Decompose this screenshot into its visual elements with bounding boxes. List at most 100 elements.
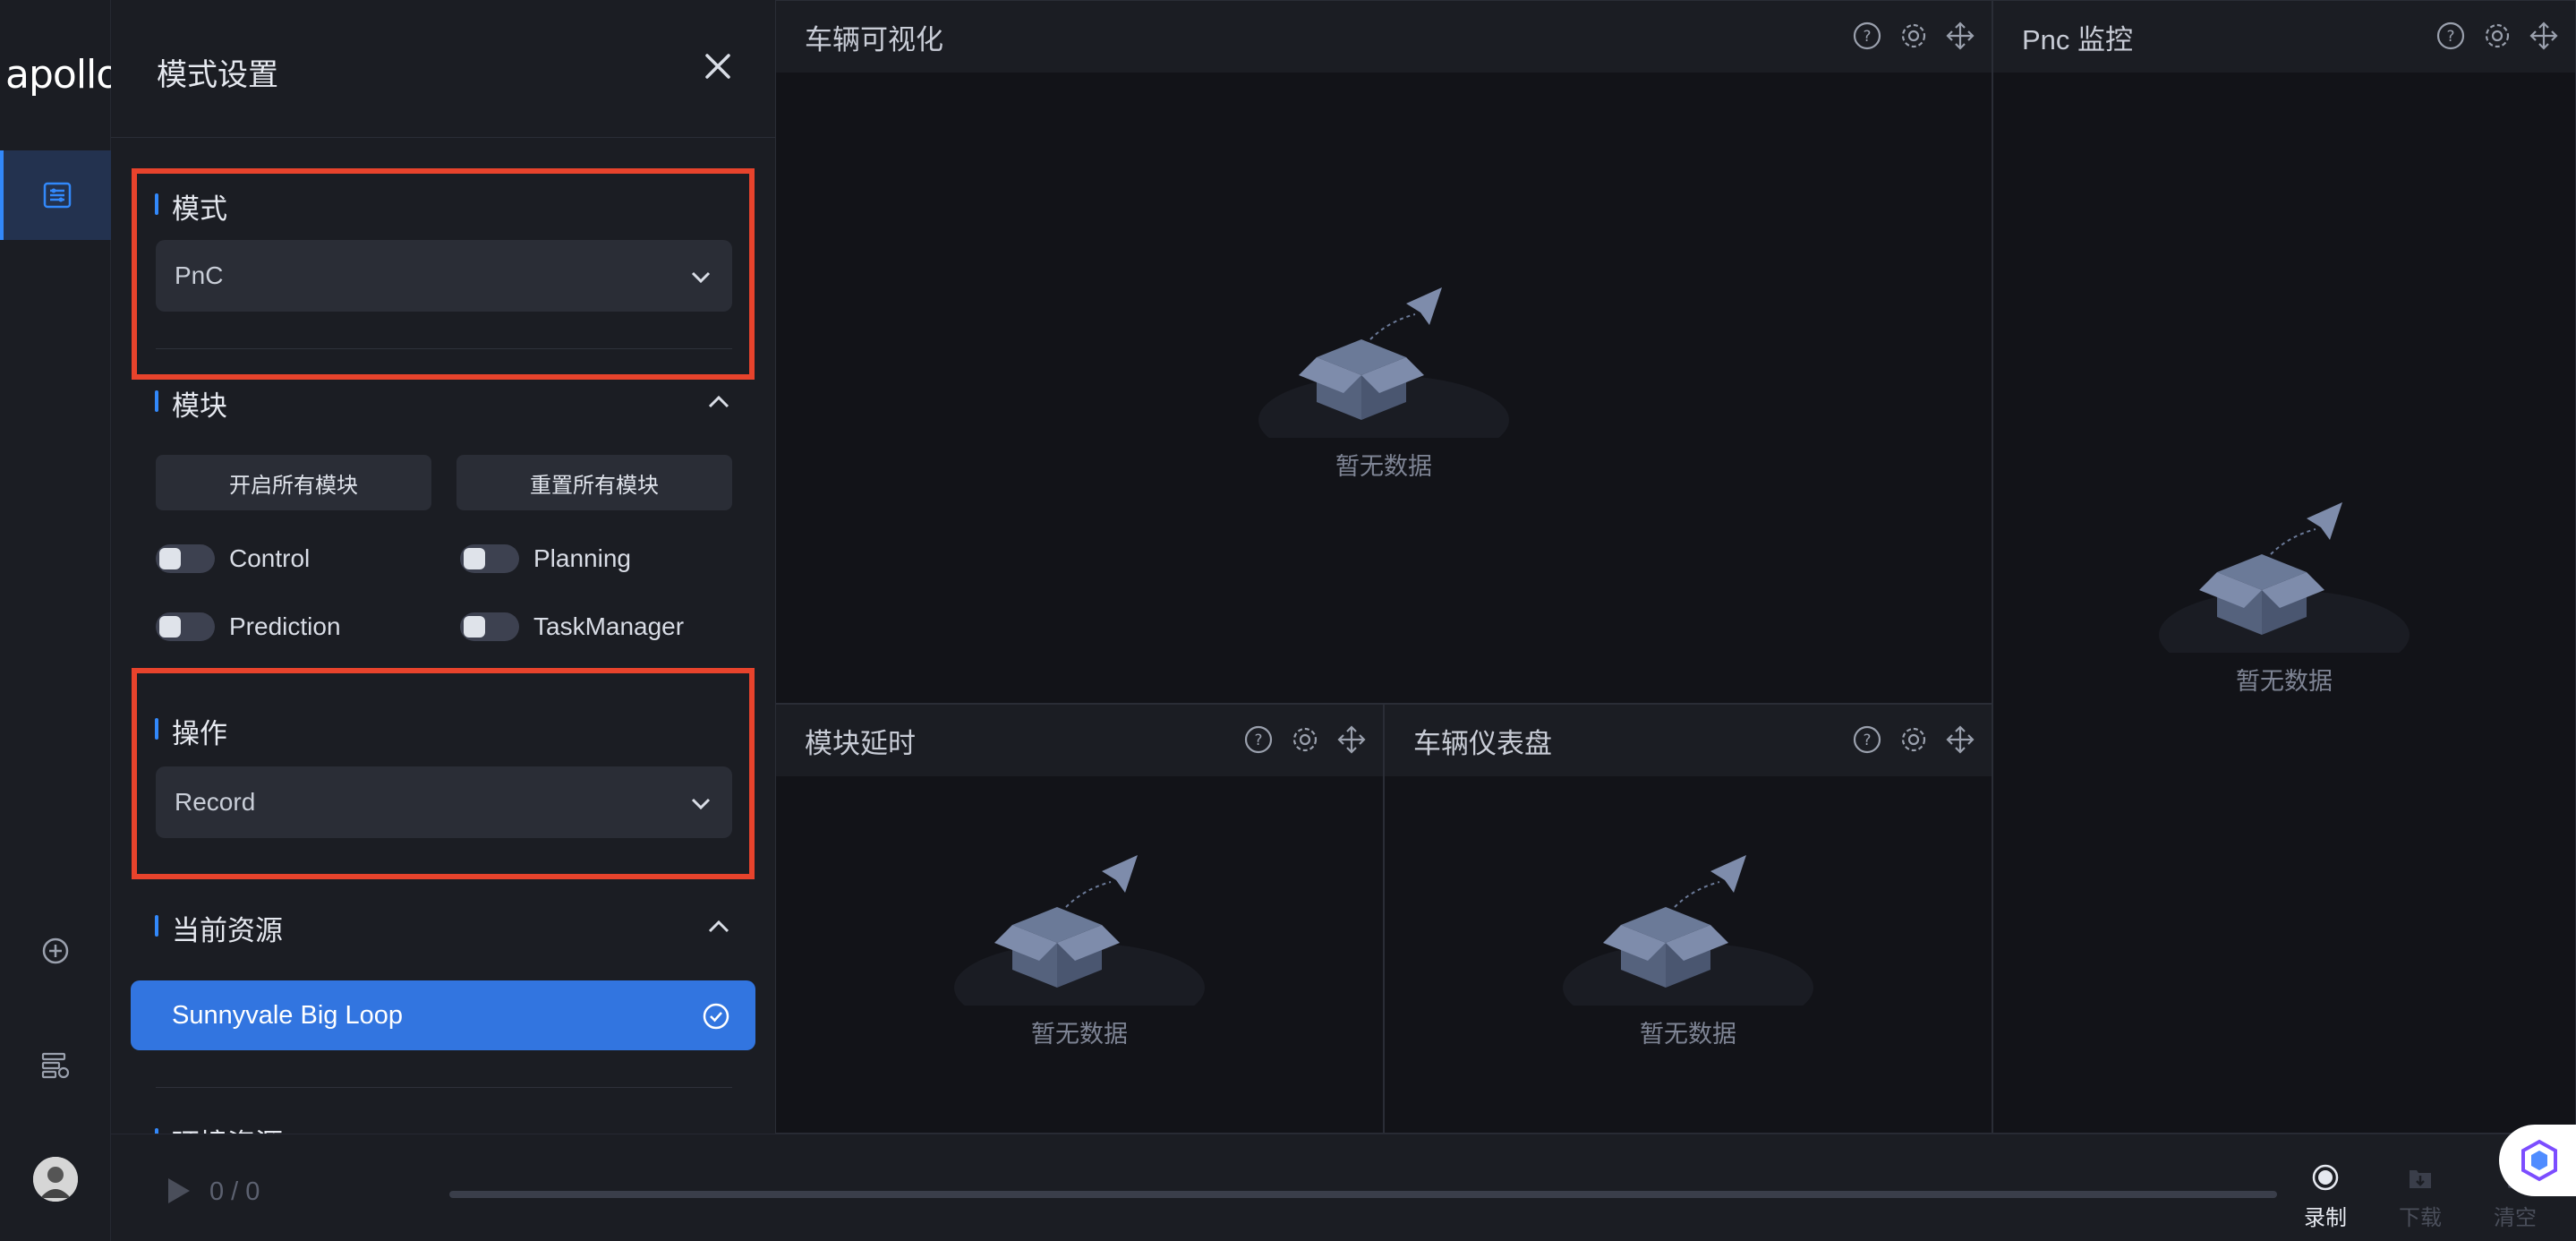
help-icon[interactable]: ? — [1852, 21, 1882, 51]
widget-header: 车辆可视化 ? — [776, 1, 1992, 73]
add-panel-button[interactable] — [38, 933, 73, 969]
record-label: 录制 — [2304, 1206, 2347, 1230]
help-icon[interactable]: ? — [1243, 724, 1274, 755]
download-button[interactable]: 下载 — [2393, 1163, 2447, 1231]
empty-text: 暂无数据 — [1640, 1021, 1736, 1048]
svg-text:?: ? — [1254, 732, 1262, 749]
empty-text: 暂无数据 — [1335, 453, 1432, 480]
widget-tools: ? — [1852, 21, 1975, 51]
gear-icon[interactable] — [2482, 21, 2512, 51]
module-toggle-prediction: Prediction — [156, 612, 341, 641]
chevron-down-icon — [691, 798, 711, 810]
gear-icon[interactable] — [1898, 724, 1929, 755]
mode-select-value: PnC — [175, 261, 224, 289]
resource-manager-button[interactable] — [38, 1048, 73, 1083]
reset-all-modules-button[interactable]: 重置所有模块 — [456, 455, 732, 510]
widget-title: Pnc 监控 — [2022, 23, 2134, 56]
panel-title: 模式设置 — [157, 58, 278, 92]
move-icon[interactable] — [1336, 724, 1367, 755]
record-icon — [2312, 1164, 2339, 1191]
empty-state: 暂无数据 — [2154, 501, 2414, 697]
module-section-title: 模块 — [155, 383, 227, 424]
start-all-modules-button[interactable]: 开启所有模块 — [156, 455, 431, 510]
operation-select-value: Record — [175, 788, 256, 816]
planning-switch[interactable] — [460, 544, 519, 573]
playback-track[interactable] — [449, 1191, 2277, 1198]
widget-header: 模块延时 ? — [776, 705, 1383, 776]
plus-circle-icon — [42, 937, 69, 964]
check-circle-icon — [703, 1003, 729, 1030]
user-avatar[interactable] — [33, 1157, 78, 1202]
empty-state: 暂无数据 — [1254, 286, 1514, 482]
apollo-logo: apollo — [5, 52, 120, 98]
record-button[interactable]: 录制 — [2299, 1163, 2352, 1231]
play-icon[interactable] — [163, 1176, 193, 1206]
operation-section-title: 操作 — [155, 711, 227, 751]
current-resource-item[interactable]: Sunnyvale Big Loop — [131, 980, 755, 1050]
empty-text: 暂无数据 — [1031, 1021, 1128, 1048]
move-icon[interactable] — [2529, 21, 2559, 51]
empty-state: 暂无数据 — [1558, 853, 1818, 1049]
module-toggle-taskmanager: TaskManager — [460, 612, 684, 641]
resource-name: Sunnyvale Big Loop — [172, 1000, 403, 1030]
svg-text:?: ? — [1863, 732, 1871, 749]
resource-manager-icon — [41, 1052, 70, 1079]
widget-title: 车辆可视化 — [805, 23, 943, 56]
panel-header: 模式设置 — [111, 0, 775, 138]
env-resource-section-title: 环境资源 — [155, 1121, 283, 1134]
assistant-hexagon-icon — [2521, 1139, 2557, 1182]
mode-section-title: 模式 — [155, 186, 227, 227]
move-icon[interactable] — [1945, 21, 1975, 51]
playback-bar: 0 / 0 录制 下载 清空 — [111, 1134, 2576, 1241]
settings-panel-icon — [43, 182, 72, 209]
taskmanager-switch[interactable] — [460, 612, 519, 641]
playback-progress: 0 / 0 — [209, 1177, 260, 1206]
help-icon[interactable]: ? — [1852, 724, 1882, 755]
pnc-monitor-panel: Pnc 监控 ? 暂无数据 — [1992, 0, 2576, 1134]
empty-text: 暂无数据 — [2236, 668, 2333, 695]
empty-box-icon — [954, 855, 1205, 1006]
module-toggle-control: Control — [156, 544, 310, 573]
module-delay-panel: 模块延时 ? 暂无数据 — [775, 704, 1384, 1134]
chevron-up-icon[interactable] — [705, 389, 732, 415]
widget-tools: ? — [1852, 724, 1975, 755]
widget-tools: ? — [1243, 724, 1367, 755]
gear-icon[interactable] — [1898, 21, 1929, 51]
svg-text:?: ? — [1863, 28, 1871, 46]
gear-icon[interactable] — [1290, 724, 1320, 755]
mode-settings-panel: 模式设置 模式 PnC 模块 开启所有模块 重置所有模块 Control Pla… — [111, 0, 775, 1134]
move-icon[interactable] — [1945, 724, 1975, 755]
left-rail: apollo — [0, 0, 120, 1241]
svg-text:?: ? — [2446, 28, 2454, 46]
module-label: Control — [229, 544, 311, 572]
module-toggle-planning: Planning — [460, 544, 631, 573]
close-icon[interactable] — [702, 50, 734, 82]
module-label: Prediction — [229, 612, 341, 640]
widget-tools: ? — [2435, 21, 2559, 51]
empty-box-icon — [2159, 502, 2410, 653]
prediction-switch[interactable] — [156, 612, 215, 641]
operation-select[interactable]: Record — [156, 766, 732, 838]
chevron-down-icon — [691, 271, 711, 284]
chevron-up-icon[interactable] — [705, 913, 732, 940]
section-divider — [156, 1087, 732, 1088]
empty-box-icon — [1563, 855, 1813, 1006]
section-divider — [156, 348, 732, 349]
vehicle-dashboard-panel: 车辆仪表盘 ? 暂无数据 — [1384, 704, 1992, 1134]
widget-title: 模块延时 — [805, 727, 916, 759]
assistant-fab[interactable] — [2499, 1125, 2576, 1196]
clear-label: 清空 — [2494, 1206, 2537, 1230]
help-icon[interactable]: ? — [2435, 21, 2466, 51]
empty-state: 暂无数据 — [950, 853, 1209, 1049]
empty-box-icon — [1258, 287, 1509, 438]
mode-select[interactable]: PnC — [156, 240, 732, 312]
module-label: TaskManager — [533, 612, 685, 640]
widget-title: 车辆仪表盘 — [1413, 727, 1552, 759]
module-label: Planning — [533, 544, 631, 572]
widget-header: 车辆仪表盘 ? — [1385, 705, 1992, 776]
mode-settings-nav-button[interactable] — [0, 150, 111, 240]
avatar-icon — [33, 1157, 78, 1202]
widget-header: Pnc 监控 ? — [1993, 1, 2575, 73]
current-resource-section-title: 当前资源 — [155, 908, 283, 948]
control-switch[interactable] — [156, 544, 215, 573]
